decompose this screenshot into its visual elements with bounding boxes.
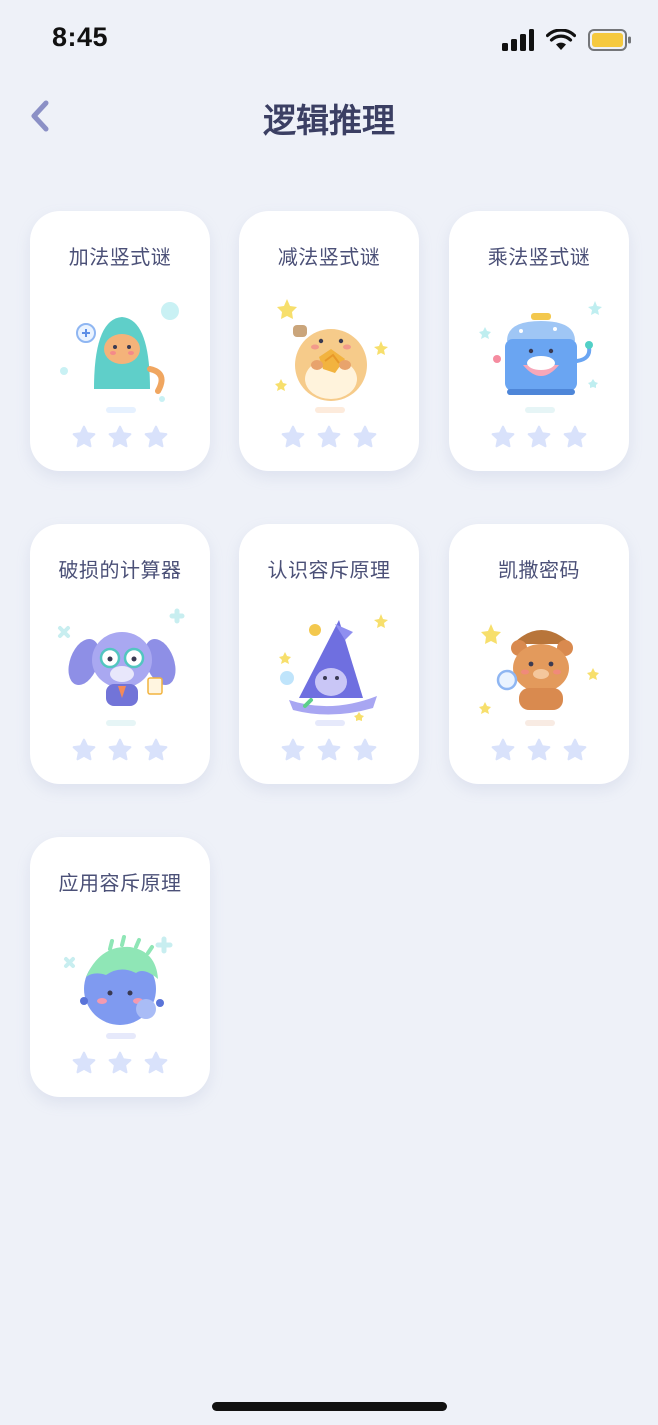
cellular-signal-icon xyxy=(502,29,534,51)
star-icon xyxy=(491,738,515,761)
star-icon xyxy=(353,738,377,761)
star-rating xyxy=(30,737,210,763)
status-time: 8:45 xyxy=(52,22,109,52)
card-title: 减法竖式谜 xyxy=(277,245,381,269)
star-icon xyxy=(353,425,377,448)
star-rating xyxy=(449,424,629,450)
star-icon xyxy=(563,738,587,761)
star-icon xyxy=(491,425,515,448)
card-title: 认识容斥原理 xyxy=(267,558,391,582)
star-rating xyxy=(30,424,210,450)
card-broken-calculator[interactable]: 破损的计算器 xyxy=(30,524,210,784)
card-multiplication-puzzle[interactable]: 乘法竖式谜 xyxy=(449,211,629,471)
battery-icon xyxy=(588,29,631,51)
card-title: 乘法竖式谜 xyxy=(487,245,591,269)
star-icon xyxy=(144,425,168,448)
star-icon xyxy=(317,425,341,448)
status-bar: 8:45 xyxy=(0,0,658,80)
star-icon xyxy=(144,1051,168,1074)
card-title: 凯撒密码 xyxy=(498,558,580,582)
star-icon xyxy=(563,425,587,448)
star-icon xyxy=(317,738,341,761)
hamster-illustration xyxy=(275,299,388,413)
purple-dog-illustration xyxy=(58,608,185,726)
star-icon xyxy=(72,1051,96,1074)
wifi-icon xyxy=(546,29,576,50)
rice-cooker-illustration xyxy=(479,301,602,413)
star-rating xyxy=(30,1050,210,1076)
star-icon xyxy=(108,738,132,761)
star-icon xyxy=(527,738,551,761)
status-icons xyxy=(502,29,632,51)
star-icon xyxy=(108,425,132,448)
star-icon xyxy=(72,425,96,448)
star-rating xyxy=(449,737,629,763)
card-caesar-cipher[interactable]: 凯撒密码 xyxy=(449,524,629,784)
card-title: 破损的计算器 xyxy=(58,558,182,582)
card-addition-puzzle[interactable]: 加法竖式谜 xyxy=(30,211,210,471)
star-icon xyxy=(281,738,305,761)
wizard-illustration xyxy=(279,614,388,726)
card-intro-inclusion-exclusion[interactable]: 认识容斥原理 xyxy=(239,524,419,784)
home-indicator[interactable] xyxy=(212,1402,447,1411)
star-rating xyxy=(239,424,419,450)
star-icon xyxy=(72,738,96,761)
star-icon xyxy=(144,738,168,761)
teal-ghost-cat-illustration xyxy=(60,302,179,413)
star-rating xyxy=(239,737,419,763)
detective-bear-illustration xyxy=(479,624,599,726)
page-title: 逻辑推理 xyxy=(263,101,395,140)
card-subtraction-puzzle[interactable]: 减法竖式谜 xyxy=(239,211,419,471)
planet-illustration xyxy=(64,935,173,1039)
card-apply-inclusion-exclusion[interactable]: 应用容斥原理 xyxy=(30,837,210,1097)
star-icon xyxy=(281,425,305,448)
nav-bar: 逻辑推理 xyxy=(0,84,658,148)
card-title: 加法竖式谜 xyxy=(68,245,172,269)
star-icon xyxy=(108,1051,132,1074)
card-title: 应用容斥原理 xyxy=(58,871,182,895)
star-icon xyxy=(527,425,551,448)
